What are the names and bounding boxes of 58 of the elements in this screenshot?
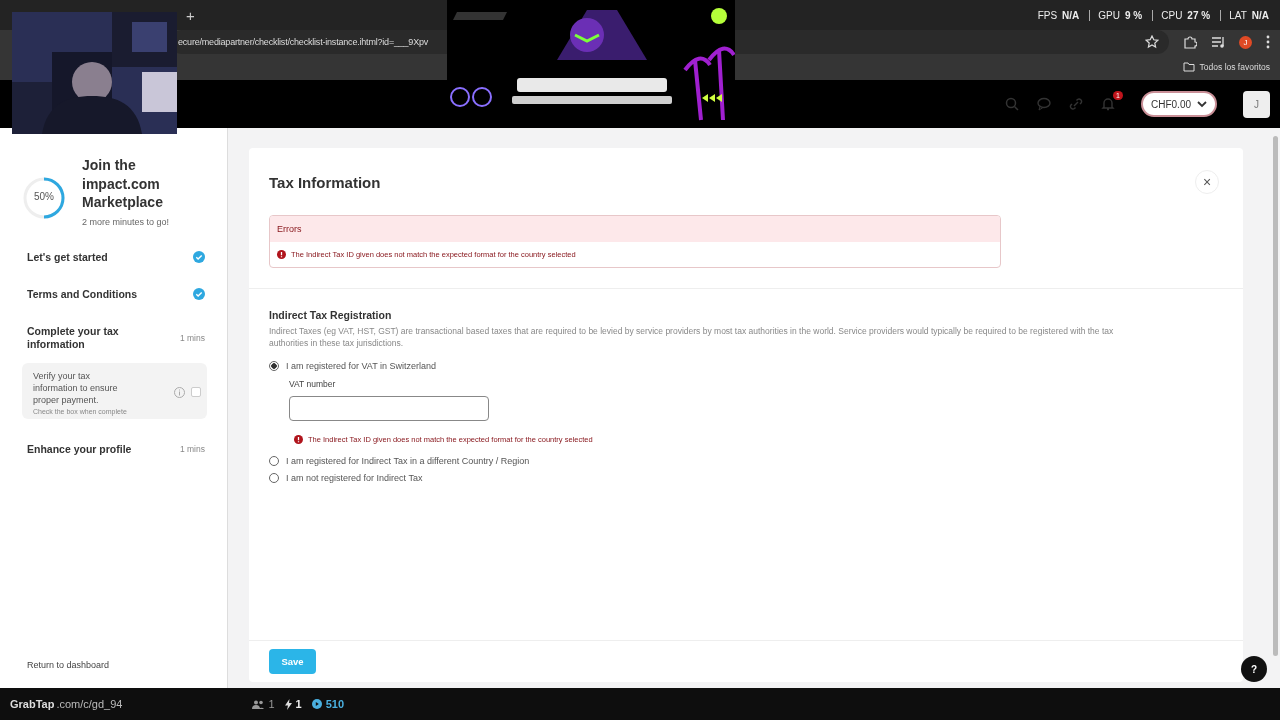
radio-button[interactable]: [269, 361, 279, 371]
info-icon[interactable]: [174, 386, 185, 398]
stat-value: N/A: [1062, 9, 1080, 21]
chevron-down-icon: [1197, 100, 1207, 108]
radio-button[interactable]: [269, 473, 279, 483]
step-link[interactable]: Terms and Conditions: [27, 287, 138, 301]
step-link[interactable]: Let's get started: [27, 250, 108, 264]
balance-dropdown[interactable]: CHF0.00: [1141, 91, 1217, 117]
profile-avatar[interactable]: J: [1239, 35, 1252, 49]
points-count: 510: [325, 698, 345, 710]
error-icon: [277, 250, 286, 259]
task-text: Verify your tax information to ensure proper payment.: [33, 369, 119, 406]
section-title: Indirect Tax Registration: [269, 309, 393, 321]
step-duration: 1 mins: [179, 444, 205, 454]
step-link[interactable]: Complete your tax information: [27, 324, 167, 351]
playlist-icon[interactable]: [1211, 35, 1225, 49]
stat-value: 27 %: [1187, 9, 1211, 21]
brand-name: GrabTap: [10, 698, 55, 710]
input-field[interactable]: [289, 396, 489, 421]
time-remaining: 2 more minutes to go!: [82, 216, 171, 227]
step-duration: 1 mins: [179, 332, 205, 343]
more-icon[interactable]: [1266, 35, 1270, 49]
boost-count: 1: [295, 698, 302, 710]
progress-percent: 50%: [34, 191, 54, 202]
stat-label: CPU: [1152, 9, 1183, 21]
stat-label: LAT: [1220, 9, 1247, 21]
star-icon[interactable]: [1145, 35, 1159, 49]
stat-value: N/A: [1251, 9, 1269, 21]
play-circle-icon: [311, 699, 322, 709]
section-description: Indirect Taxes (eg VAT, HST, GST) are transactional based taxes that are required to be levied by service providers by most tax authorities in the world. Service providers would typically be required to be registered with the tax authorities in these tax jurisdictions.: [269, 325, 1115, 349]
channel-url: .com/c/gd_94: [56, 698, 123, 710]
user-avatar[interactable]: J: [1243, 90, 1270, 118]
option-label: I am not registered for Indirect Tax: [286, 473, 423, 483]
task-checkbox[interactable]: [191, 387, 201, 397]
folder-icon: [1182, 62, 1195, 72]
option-label: I am registered for VAT in Switzerland: [286, 361, 437, 371]
stat-value: 9 %: [1125, 9, 1143, 21]
stat-label: FPS: [1037, 9, 1058, 21]
new-tab-button[interactable]: +: [186, 6, 195, 24]
error-icon: [294, 435, 303, 444]
help-button[interactable]: ?: [1241, 656, 1267, 682]
checklist-title: Join the impact.com Marketplace: [82, 156, 164, 212]
stat-label: GPU: [1089, 9, 1120, 21]
radio-button[interactable]: [269, 456, 279, 466]
bolt-icon: [284, 698, 292, 710]
url-text: ecure/mediapartner/checklist/checklist-instance.ihtml?id=___9Xpv: [178, 37, 429, 47]
return-link[interactable]: Return to dashboard: [0, 660, 207, 688]
option-label: I am registered for Indirect Tax in a different Country / Region: [286, 456, 530, 466]
people-icon: [252, 699, 265, 709]
close-button[interactable]: ×: [1195, 170, 1219, 194]
page-title: Tax Information: [269, 173, 381, 191]
field-label: VAT number: [289, 379, 337, 389]
bookmarks-folder[interactable]: Todos los favoritos: [1182, 62, 1270, 72]
puzzle-icon[interactable]: [1183, 35, 1197, 49]
scrollbar[interactable]: [1273, 136, 1278, 656]
viewer-count: 1: [268, 698, 275, 710]
error-heading: Errors: [270, 216, 1000, 242]
step-link[interactable]: Enhance your profile: [27, 442, 132, 456]
